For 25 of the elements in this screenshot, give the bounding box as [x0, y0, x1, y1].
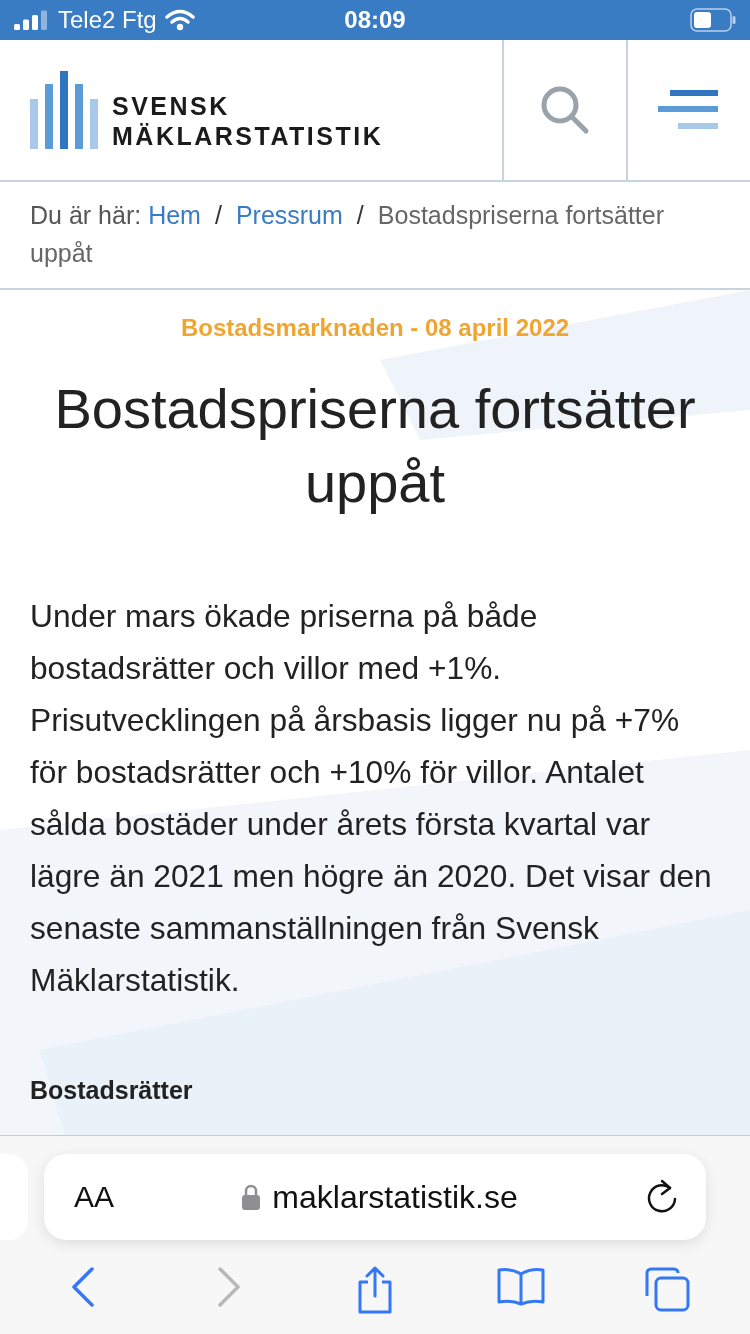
signal-icon: [14, 10, 48, 30]
battery-icon: [690, 8, 736, 32]
url-text: maklarstatistik.se: [272, 1178, 518, 1216]
reload-icon[interactable]: [646, 1179, 678, 1215]
logo-bars-icon: [30, 71, 98, 149]
back-icon[interactable]: [70, 1266, 96, 1308]
section-heading: Bostadsrätter: [30, 1076, 194, 1105]
breadcrumb-link[interactable]: Hem: [148, 201, 201, 229]
menu-icon: [658, 90, 720, 130]
carrier-name: Tele2 Ftg: [58, 6, 157, 34]
search-icon: [540, 85, 590, 135]
tabs-icon[interactable]: [644, 1266, 690, 1312]
lock-icon: [242, 1184, 261, 1210]
wifi-icon: [164, 9, 195, 31]
text-size-button[interactable]: AA: [74, 1180, 115, 1214]
breadcrumb-trail: Du är här: Hem / Pressrum / Bostadspriserna fortsätter uppåt: [0, 182, 750, 290]
article-title: Bostadspriserna fortsätter uppåt: [53, 376, 697, 516]
article-category-date: Bostadsmarknaden - 08 april 2022: [179, 314, 571, 342]
address-bar[interactable]: AA maklarstatistik.se: [44, 1154, 706, 1240]
breadcrumb-link[interactable]: Pressrum: [235, 201, 343, 229]
logo-text: SVENSK: [112, 91, 231, 121]
article-lead: Under mars ökade priserna på både bostadsrätter och villor med +1%. Prisutvecklingen på årsbasis ligger nu på +7% för bostadsrätter och +10% för villor. Antalet sålda bostäder under årets första kvartal var lägre än 2021 men högre än 2020. Det visar den senaste sammanställningen från Svensk Mäklarstatistik.: [30, 597, 713, 1000]
logo-text: MÄKLARSTATISTIK: [112, 121, 384, 151]
bookmarks-icon[interactable]: [496, 1266, 546, 1306]
clock-time: 08:09: [344, 6, 406, 34]
